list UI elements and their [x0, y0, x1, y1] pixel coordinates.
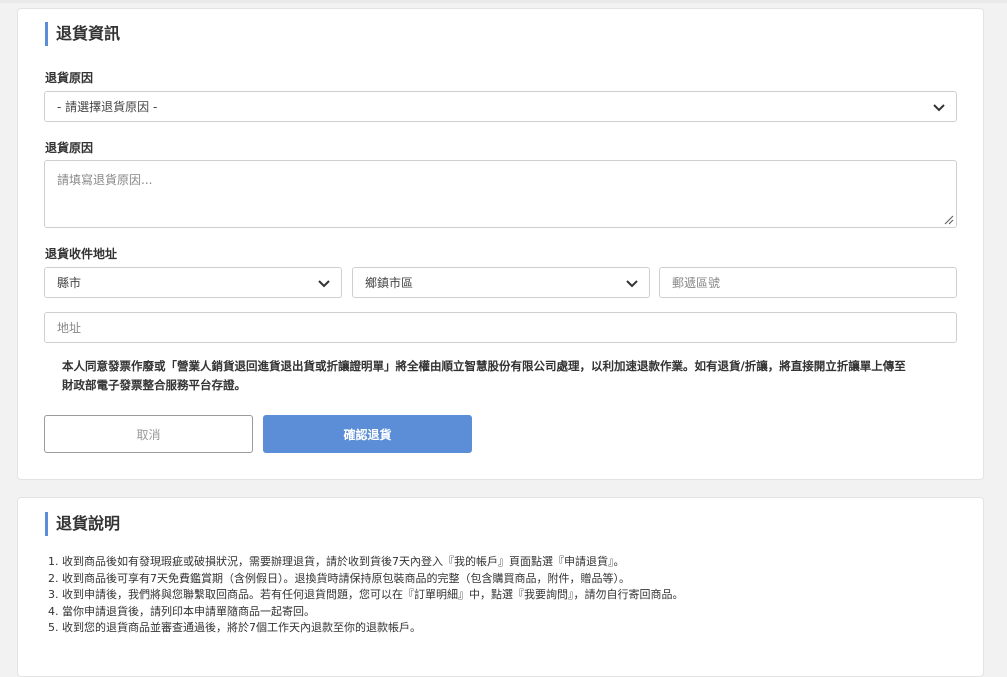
reason-textarea-placeholder: 請填寫退貨原因... [57, 173, 153, 187]
chevron-down-icon [318, 279, 330, 287]
cancel-button[interactable]: 取消 [44, 415, 253, 453]
chevron-down-icon [626, 279, 638, 287]
consent-text-line2: 財政部電子發票整合服務平台存證。 [62, 378, 246, 392]
reason-select-value: - 請選擇退貨原因 - [57, 100, 158, 114]
notes-list-item: 5. 收到您的退貨商品並審查通過後，將於7個工作天內退款至你的退款帳戶。 [48, 621, 421, 634]
county-select[interactable]: 縣市 [44, 267, 342, 298]
confirm-return-button[interactable]: 確認退貨 [263, 415, 472, 453]
notes-list-item: 1. 收到商品後如有發現瑕疵或破損狀況，需要辦理退貨，請於收到貨後7天內登入『我… [48, 555, 625, 568]
address-label: 退貨收件地址 [45, 247, 118, 261]
notes-list-item: 2. 收到商品後可享有7天免費鑑賞期（含例假日）。退換貨時請保持原包裝商品的完整… [48, 571, 630, 585]
reason-select[interactable]: - 請選擇退貨原因 - [44, 91, 957, 122]
district-select[interactable]: 鄉鎮市區 [352, 267, 650, 298]
consent-text: 本人同意發票作廢或「營業人銷貨退回進貨退出貨或折讓證明單」將全權由順立智慧股份有… [62, 357, 962, 395]
resize-handle-icon[interactable] [944, 215, 954, 225]
notes-list-item: 4. 當你申請退貨後，請列印本申請單隨商品一起寄回。 [48, 604, 315, 618]
district-select-value: 鄉鎮市區 [365, 276, 414, 290]
postal-code-placeholder: 郵遞區號 [672, 276, 721, 290]
address-input[interactable]: 地址 [44, 312, 957, 343]
reason-select-label: 退貨原因 [45, 71, 94, 85]
county-select-value: 縣市 [57, 276, 82, 290]
postal-code-input[interactable]: 郵遞區號 [659, 267, 957, 298]
top-strip [0, 0, 1007, 3]
consent-text-line1: 本人同意發票作廢或「營業人銷貨退回進貨退出貨或折讓證明單」將全權由順立智慧股份有… [62, 359, 906, 373]
address-placeholder: 地址 [57, 321, 82, 335]
notes-list-item: 3. 收到申請後，我們將與您聯繫取回商品。若有任何退貨問題，您可以在『訂單明細』… [48, 588, 684, 601]
section-title-return-notes: 退貨說明 [45, 512, 120, 536]
reason-textarea[interactable]: 請填寫退貨原因... [44, 160, 957, 228]
chevron-down-icon [933, 103, 945, 111]
section-title-return-info: 退貨資訊 [45, 22, 120, 46]
return-notes-list: 1. 收到商品後如有發現瑕疵或破損狀況，需要辦理退貨，請於收到貨後7天內登入『我… [48, 554, 684, 637]
return-notes-card: 退貨說明 1. 收到商品後如有發現瑕疵或破損狀況，需要辦理退貨，請於收到貨後7天… [17, 497, 984, 677]
reason-text-label: 退貨原因 [45, 141, 94, 155]
return-info-card: 退貨資訊 退貨原因 - 請選擇退貨原因 - 退貨原因 請填寫退貨原因... 退貨… [17, 8, 984, 480]
